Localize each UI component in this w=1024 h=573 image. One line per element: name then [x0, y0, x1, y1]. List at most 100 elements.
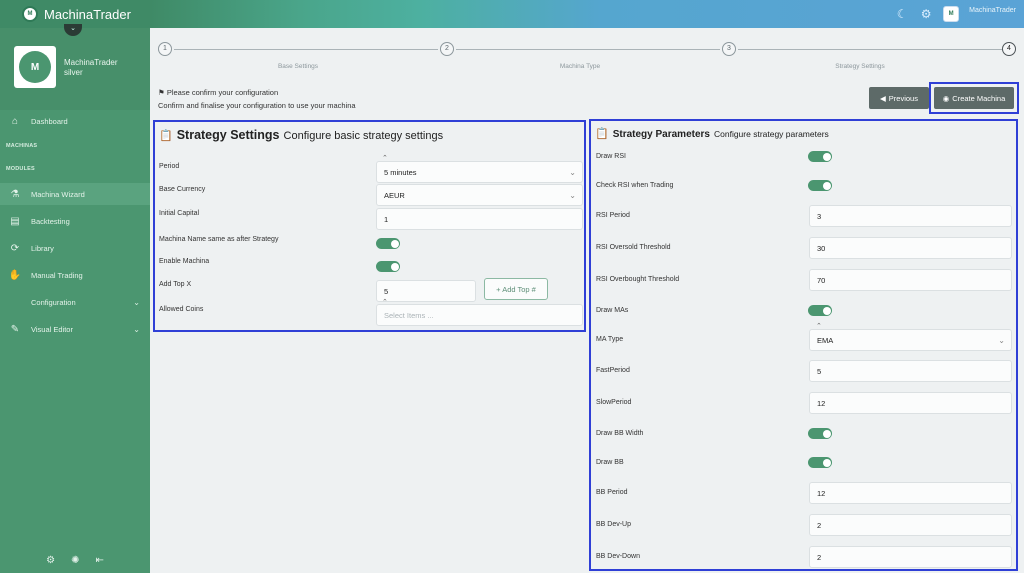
wrench-icon: ✎	[10, 323, 20, 335]
confirm-heading: ⚑ Please confirm your configuration	[158, 88, 279, 97]
period-label: Period	[159, 163, 180, 170]
collapse-sidebar-icon[interactable]: ⇤	[95, 555, 103, 566]
draw-bb-label: Draw BB	[596, 459, 624, 466]
chevron-down-icon: ⌄	[569, 190, 576, 200]
initial-capital-label: Initial Capital	[159, 210, 200, 217]
clipboard-icon: 📋	[159, 130, 173, 142]
sidebar-item-machina-wizard[interactable]: ⚗ Machina Wizard	[0, 183, 150, 205]
sidebar-item-label: Manual Trading	[31, 270, 83, 280]
gear-icon[interactable]: ✺	[71, 555, 79, 566]
profile-logo-icon: M	[19, 51, 51, 83]
panel-title: 📋 Strategy Parameters Configure strategy…	[595, 128, 829, 140]
step-3[interactable]: 3	[722, 42, 736, 56]
settings-icon[interactable]: ⚙	[46, 555, 55, 566]
top-bar: M MachinaTrader ☾ ⚙ M MachinaTrader	[0, 0, 1024, 28]
fast-period-label: FastPeriod	[596, 367, 630, 374]
home-icon: ⌂	[11, 115, 19, 127]
sidebar-item-configuration[interactable]: Configuration ⌄	[0, 291, 150, 313]
chevron-down-icon: ⌄	[133, 324, 140, 334]
moon-icon[interactable]: ☾	[895, 7, 909, 21]
ma-type-select[interactable]: EMA ⌄	[809, 329, 1012, 351]
period-select[interactable]: 5 minutes ⌄	[376, 161, 583, 183]
draw-bb-width-toggle[interactable]	[808, 428, 832, 439]
sidebar-item-dashboard[interactable]: ⌂ Dashboard	[0, 110, 150, 132]
sidebar-item-label: Library	[31, 243, 54, 253]
enable-machina-toggle[interactable]	[376, 261, 400, 272]
draw-rsi-label: Draw RSI	[596, 153, 626, 160]
name-same-toggle[interactable]	[376, 238, 400, 249]
create-machina-button[interactable]: ◉ Create Machina	[934, 87, 1014, 109]
draw-bb-toggle[interactable]	[808, 457, 832, 468]
check-rsi-label: Check RSI when Trading	[596, 182, 674, 189]
sidebar-item-manual-trading[interactable]: ✋ Manual Trading	[0, 264, 150, 286]
sidebar-item-label: Backtesting	[31, 216, 70, 226]
arrow-left-icon: ◀	[880, 93, 886, 103]
chevron-down-icon: ⌄	[569, 167, 576, 177]
bb-period-input[interactable]: 12	[809, 482, 1012, 504]
initial-capital-input[interactable]: 1	[376, 208, 583, 230]
sidebar-item-visual-editor[interactable]: ✎ Visual Editor ⌄	[0, 318, 150, 340]
sidebar-item-label: Visual Editor	[31, 324, 73, 334]
profile-role: silver	[64, 68, 83, 77]
wizard-icon: ⚗	[10, 188, 20, 200]
step-2[interactable]: 2	[440, 42, 454, 56]
step-label-base-settings: Base Settings	[277, 63, 319, 70]
fast-period-input[interactable]: 5	[809, 360, 1012, 382]
gear-icon[interactable]: ⚙	[919, 7, 933, 21]
slow-period-input[interactable]: 12	[809, 392, 1012, 414]
allowed-coins-label: Allowed Coins	[159, 306, 204, 313]
allowed-coins-multiselect[interactable]: Select Items ...	[376, 304, 583, 326]
topbar-actions: ☾ ⚙ M MachinaTrader	[895, 4, 1016, 24]
bb-dev-down-input[interactable]: 2	[809, 546, 1012, 568]
step-1[interactable]: 1	[158, 42, 172, 56]
share-icon: ⟳	[10, 242, 20, 254]
sidebar-item-label: Dashboard	[31, 116, 68, 126]
clipboard-icon: 📋	[595, 128, 609, 140]
step-connector	[456, 49, 720, 50]
user-avatar[interactable]: M	[943, 6, 960, 22]
create-machina-highlight: ◉ Create Machina	[929, 82, 1019, 114]
add-top-label: Add Top X	[159, 281, 192, 288]
add-top-button[interactable]: + Add Top #	[484, 278, 548, 300]
rsi-overbought-label: RSI Overbought Threshold	[596, 276, 680, 283]
ma-type-label: MA Type	[596, 336, 624, 343]
chevron-down-icon: ⌄	[133, 297, 140, 307]
base-currency-select[interactable]: AEUR ⌄	[376, 184, 583, 206]
sidebar-footer: ⚙ ✺ ⇤	[0, 547, 150, 573]
add-top-input[interactable]: 5	[376, 280, 476, 302]
draw-mas-toggle[interactable]	[808, 305, 832, 316]
name-same-label: Machina Name same as after Strategy	[159, 236, 279, 243]
chevron-down-icon[interactable]: ⌄	[64, 24, 82, 36]
brand-name: MachinaTrader	[44, 6, 131, 22]
slow-period-label: SlowPeriod	[596, 399, 632, 406]
rsi-period-input[interactable]: 3	[809, 205, 1012, 227]
step-label-machina-type: Machina Type	[559, 63, 601, 70]
sidebar-item-label: Machina Wizard	[31, 189, 85, 199]
user-name[interactable]: MachinaTrader	[969, 7, 1016, 14]
check-rsi-toggle[interactable]	[808, 180, 832, 191]
bb-dev-up-label: BB Dev-Up	[596, 521, 632, 528]
profile-name: MachinaTrader	[64, 58, 118, 67]
check-circle-icon: ◉	[942, 93, 950, 103]
rsi-overbought-input[interactable]: 70	[809, 269, 1012, 291]
sidebar-item-label: Configuration	[31, 297, 76, 307]
sidebar: ⌄ M MachinaTrader silver ⌂ Dashboard MAC…	[0, 24, 150, 573]
step-label-strategy-settings: Strategy Settings	[835, 63, 885, 70]
rsi-oversold-label: RSI Oversold Threshold	[596, 244, 671, 251]
wizard-stepper: 1 2 3 4 Base Settings Machina Type Strat…	[158, 42, 1018, 76]
strategy-settings-panel: 📋 Strategy Settings Configure basic stra…	[153, 120, 586, 332]
sidebar-item-library[interactable]: ⟳ Library	[0, 237, 150, 259]
profile-card: ⌄ M MachinaTrader silver	[0, 24, 150, 110]
draw-rsi-toggle[interactable]	[808, 151, 832, 162]
draw-bb-width-label: Draw BB Width	[596, 430, 644, 437]
rsi-oversold-input[interactable]: 30	[809, 237, 1012, 259]
step-connector	[174, 49, 438, 50]
previous-button[interactable]: ◀ Previous	[869, 87, 929, 109]
section-machinas: MACHINAS	[6, 143, 38, 149]
step-4[interactable]: 4	[1002, 42, 1016, 56]
sidebar-item-backtesting[interactable]: ▤ Backtesting	[0, 210, 150, 232]
strategy-parameters-panel: 📋 Strategy Parameters Configure strategy…	[589, 119, 1018, 571]
bb-period-label: BB Period	[596, 489, 628, 496]
section-modules: MODULES	[6, 166, 35, 172]
bb-dev-up-input[interactable]: 2	[809, 514, 1012, 536]
